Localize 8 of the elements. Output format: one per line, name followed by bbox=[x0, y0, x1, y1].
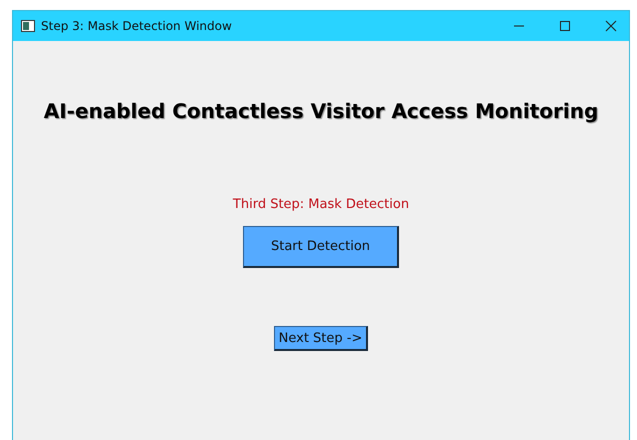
window-title: Step 3: Mask Detection Window bbox=[41, 19, 232, 33]
close-icon[interactable] bbox=[605, 20, 617, 32]
step-label: Third Step: Mask Detection bbox=[232, 197, 410, 212]
next-step-button[interactable]: Next Step -> bbox=[274, 326, 368, 351]
maximize-icon[interactable] bbox=[559, 20, 571, 32]
app-heading: AI-enabled Contactless Visitor Access Monitoring bbox=[44, 99, 598, 123]
start-detection-button[interactable]: Start Detection bbox=[243, 226, 399, 268]
window-icon bbox=[21, 20, 35, 32]
